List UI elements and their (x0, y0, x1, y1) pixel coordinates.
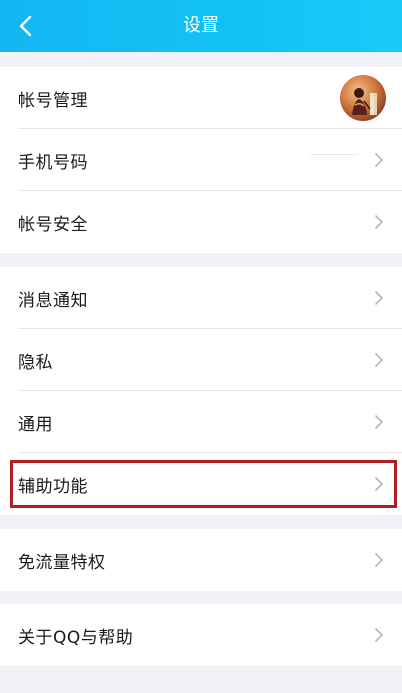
chevron-right-icon (375, 353, 383, 367)
row-account-security[interactable]: 帐号安全 (0, 191, 402, 253)
about-group: 关于QQ与帮助 (0, 604, 402, 666)
avatar[interactable] (340, 75, 386, 121)
chevron-right-icon (375, 153, 383, 167)
row-label: 手机号码 (18, 152, 88, 173)
row-privacy[interactable]: 隐私 (0, 329, 402, 391)
row-label: 帐号管理 (18, 90, 88, 111)
row-general[interactable]: 通用 (0, 391, 402, 453)
bottom-spacer (0, 668, 402, 693)
row-notifications[interactable]: 消息通知 (0, 267, 402, 329)
chevron-right-icon (375, 628, 383, 642)
row-label: 免流量特权 (18, 552, 106, 573)
row-label: 消息通知 (18, 290, 88, 311)
page-title: 设置 (183, 15, 219, 36)
masked-phone-placeholder (310, 154, 358, 155)
row-data-free-privilege[interactable]: 免流量特权 (0, 529, 402, 591)
row-label: 帐号安全 (18, 214, 88, 235)
chevron-right-icon (375, 215, 383, 229)
top-bar: 设置 (0, 0, 402, 52)
row-label: 通用 (18, 414, 53, 435)
row-label: 关于QQ与帮助 (18, 627, 134, 648)
data-free-group: 免流量特权 (0, 529, 402, 591)
row-about-qq-help[interactable]: 关于QQ与帮助 (0, 604, 402, 666)
row-phone-number[interactable]: 手机号码 (0, 129, 402, 191)
row-account-management[interactable]: 帐号管理 (0, 67, 402, 129)
chevron-right-icon (375, 415, 383, 429)
chevron-right-icon (375, 553, 383, 567)
general-group: 消息通知 隐私 通用 辅助功能 (0, 267, 402, 515)
row-label: 辅助功能 (18, 476, 88, 497)
chevron-right-icon (375, 291, 383, 305)
settings-screen: 设置 帐号管理 手机号码 帐号安全 消息通知 隐私 通用 辅助功能 免流量特权 … (0, 0, 402, 693)
chevron-right-icon (375, 477, 383, 491)
row-label: 隐私 (18, 352, 53, 373)
row-accessibility[interactable]: 辅助功能 (0, 453, 402, 515)
account-group: 帐号管理 手机号码 帐号安全 (0, 67, 402, 253)
